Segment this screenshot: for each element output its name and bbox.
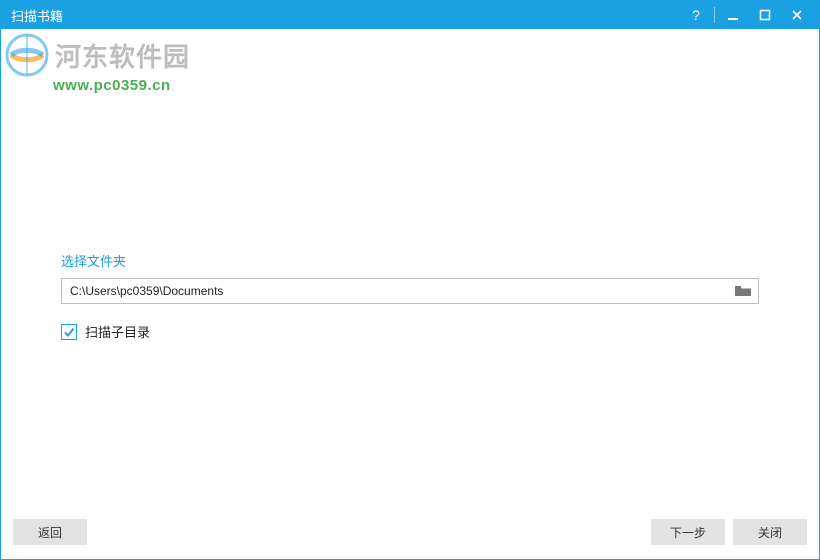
- folder-path-row: [61, 278, 759, 304]
- titlebar: 扫描书籍 ?: [1, 1, 819, 29]
- help-button[interactable]: ?: [680, 1, 712, 29]
- browse-folder-button[interactable]: [728, 279, 758, 303]
- watermark-url: www.pc0359.cn: [53, 77, 190, 94]
- watermark-brand-text: 河东软件园: [55, 37, 190, 74]
- folder-path-input[interactable]: [62, 279, 728, 303]
- svg-text:?: ?: [692, 8, 700, 22]
- maximize-button[interactable]: [749, 1, 781, 29]
- check-icon: [63, 326, 75, 338]
- close-footer-button[interactable]: 关闭: [733, 519, 807, 545]
- footer: 返回 下一步 关闭: [1, 515, 819, 559]
- scan-subfolders-checkbox[interactable]: [61, 324, 77, 340]
- content-area: 河东软件园 www.pc0359.cn 选择文件夹: [1, 29, 819, 515]
- scan-subfolders-label: 扫描子目录: [85, 322, 150, 341]
- globe-icon: [3, 31, 51, 79]
- scan-subfolders-row: 扫描子目录: [61, 322, 759, 341]
- watermark-logo: 河东软件园: [3, 31, 190, 79]
- watermark: 河东软件园 www.pc0359.cn: [3, 31, 190, 94]
- window-root: 扫描书籍 ?: [0, 0, 820, 560]
- window-controls: ?: [680, 1, 813, 29]
- close-button[interactable]: [781, 1, 813, 29]
- form-area: 选择文件夹 扫描子目录: [61, 251, 759, 341]
- window-title: 扫描书籍: [11, 6, 63, 25]
- minimize-button[interactable]: [717, 1, 749, 29]
- back-button[interactable]: 返回: [13, 519, 87, 545]
- titlebar-separator: [714, 7, 715, 23]
- select-folder-label: 选择文件夹: [61, 251, 759, 270]
- folder-icon: [734, 284, 752, 298]
- next-button[interactable]: 下一步: [651, 519, 725, 545]
